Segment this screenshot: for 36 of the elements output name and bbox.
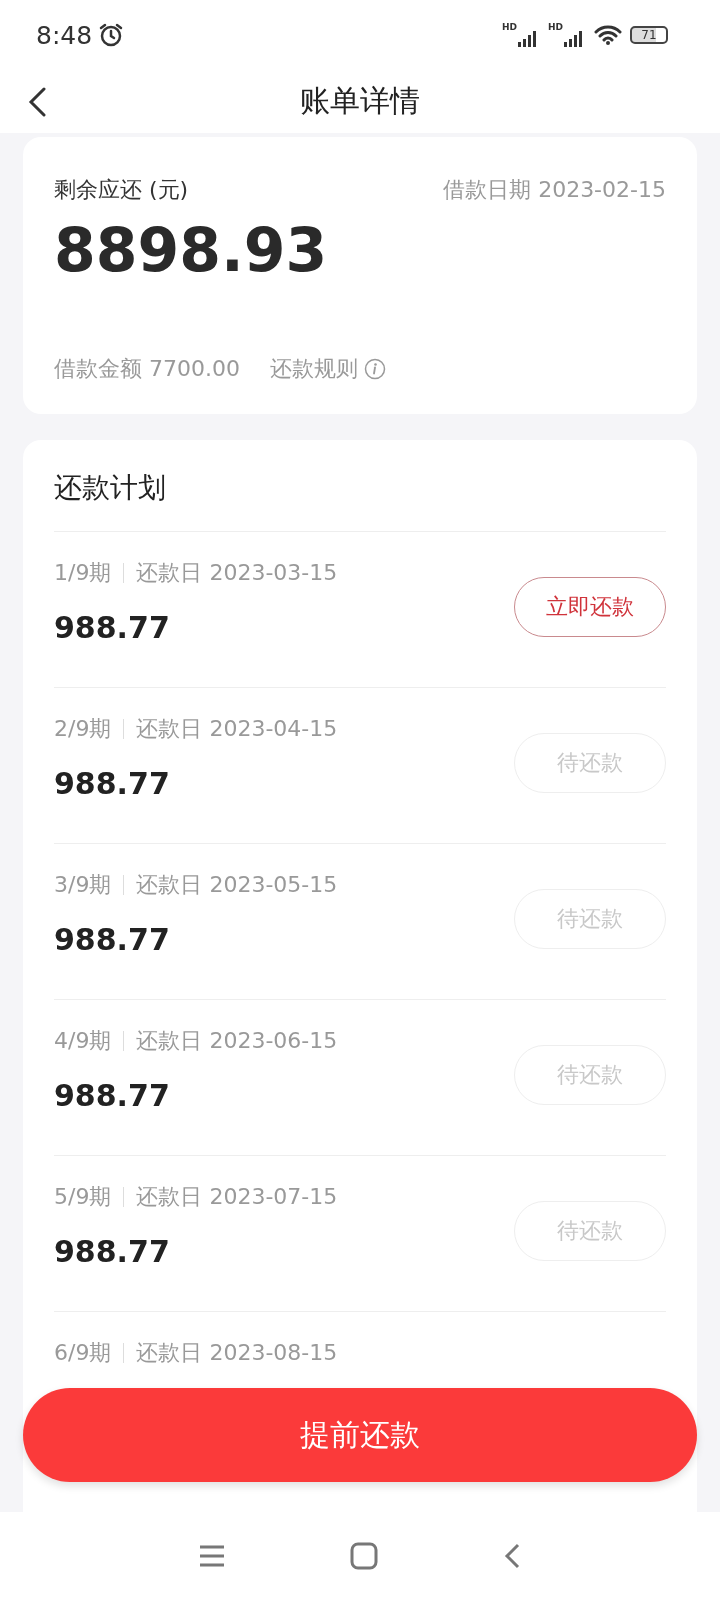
period-label: 4/9期 <box>54 1027 112 1055</box>
remaining-label: 剩余应还 (元) <box>54 176 189 204</box>
loan-date: 借款日期 2023-02-15 <box>443 176 666 204</box>
clock-time: 8:48 <box>36 20 93 50</box>
rules-link[interactable]: 还款规则 <box>269 354 358 384</box>
installment-amount: 988.77 <box>54 1234 171 1269</box>
due-date: 还款日 2023-08-15 <box>136 1339 338 1367</box>
loan-amount: 借款金额 7700.00 <box>54 355 240 383</box>
installment-amount: 988.77 <box>54 922 171 957</box>
period-label: 3/9期 <box>54 871 112 899</box>
info-icon[interactable] <box>363 358 386 380</box>
battery-icon: 71 <box>630 26 668 44</box>
home-icon[interactable] <box>350 1542 378 1570</box>
network-label: HD <box>548 23 563 32</box>
period-label: 6/9期 <box>54 1339 112 1367</box>
installment-amount: 988.77 <box>54 1078 171 1113</box>
due-date: 还款日 2023-03-15 <box>136 559 338 587</box>
network-label: HD <box>501 23 517 32</box>
menu-icon[interactable] <box>198 1544 226 1568</box>
installment-amount: 988.77 <box>54 766 171 801</box>
due-date: 还款日 2023-07-15 <box>136 1183 338 1211</box>
installment-amount: 988.77 <box>54 610 171 645</box>
due-date: 还款日 2023-05-15 <box>136 871 338 899</box>
back-icon[interactable] <box>26 87 48 117</box>
alarm-icon <box>98 22 125 48</box>
prepay-button[interactable]: 提前还款 <box>23 1388 697 1482</box>
due-date: 还款日 2023-04-15 <box>136 715 338 743</box>
section-title: 还款计划 <box>54 440 666 532</box>
period-label: 5/9期 <box>54 1183 112 1211</box>
pay-now-button[interactable]: 立即还款 <box>514 576 666 637</box>
period-label: 1/9期 <box>54 559 112 587</box>
remaining-amount: 8898.93 <box>54 215 329 285</box>
wifi-icon <box>594 24 622 46</box>
period-label: 2/9期 <box>54 715 112 743</box>
due-date: 还款日 2023-06-15 <box>136 1027 338 1055</box>
page-title: 账单详情 <box>300 82 420 120</box>
